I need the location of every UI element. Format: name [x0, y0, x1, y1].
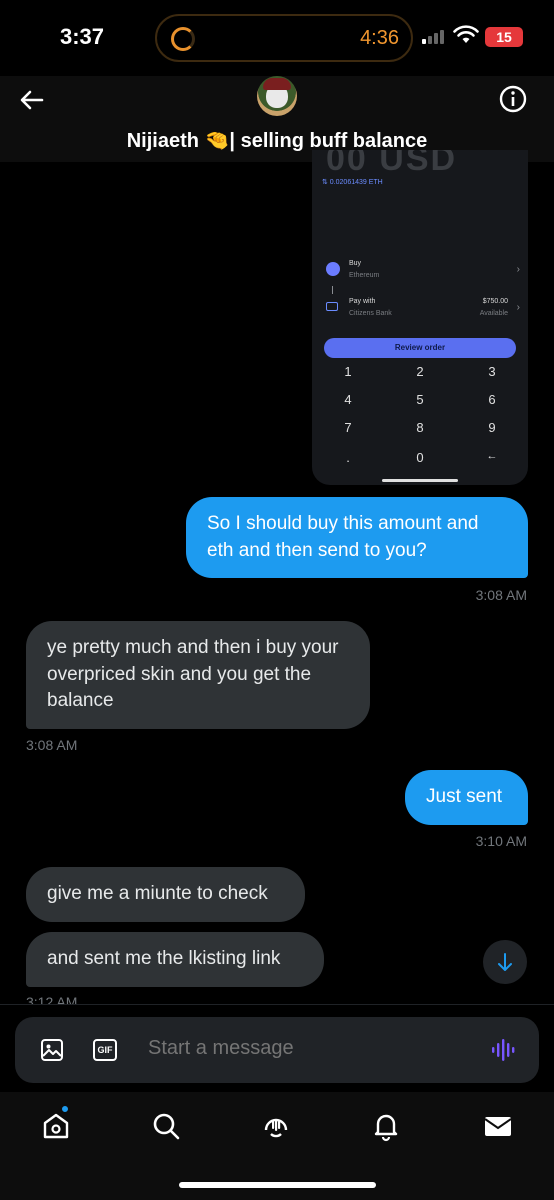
home-indicator[interactable] [179, 1182, 376, 1188]
message-timestamp: 3:12 AM [26, 994, 78, 1004]
info-icon[interactable] [498, 84, 528, 114]
status-bar: 3:37 4:36 15 [0, 0, 554, 76]
notifications-icon[interactable] [370, 1110, 402, 1142]
review-order-button: Review order [324, 338, 516, 358]
wifi-icon [453, 25, 479, 43]
composer: GIF [15, 1017, 539, 1083]
arrow-down-icon [498, 953, 512, 971]
gif-icon[interactable]: GIF [93, 1039, 117, 1061]
notification-dot [60, 1104, 70, 1114]
timer-icon [171, 27, 195, 51]
back-arrow-icon[interactable] [16, 84, 48, 116]
message-bubble-incoming[interactable]: and sent me the lkisting link [26, 932, 324, 987]
composer-area: GIF [0, 1004, 554, 1092]
key: ← [486, 450, 498, 462]
shared-screenshot[interactable]: 00 USD ⇅ 0.02061439 ETH Buy Ethereum › P… [312, 150, 528, 485]
battery-icon: 15 [485, 27, 523, 47]
message-bubble-incoming[interactable]: give me a miunte to check [26, 867, 305, 922]
message-timestamp: 3:08 AM [26, 737, 78, 753]
message-input[interactable] [148, 1037, 448, 1060]
timer-time: 4:36 [360, 27, 399, 49]
key: 0 [416, 450, 424, 465]
message-timestamp: 3:08 AM [475, 587, 527, 603]
dynamic-island[interactable]: 4:36 [155, 14, 413, 62]
key: 7 [344, 420, 352, 435]
message-bubble-outgoing[interactable]: So I should buy this amount and eth and … [186, 497, 528, 578]
message-bubble-incoming[interactable]: ye pretty much and then i buy your overp… [26, 621, 370, 729]
home-icon[interactable] [40, 1110, 72, 1142]
message-bubble-outgoing[interactable]: Just sent [405, 770, 528, 825]
image-icon[interactable] [40, 1038, 64, 1062]
key: 4 [344, 392, 352, 407]
key: 2 [416, 364, 424, 379]
key: 3 [488, 364, 496, 379]
avatar[interactable] [257, 76, 297, 116]
message-timestamp: 3:10 AM [475, 833, 527, 849]
signal-icon [422, 30, 444, 44]
embed-amount: 00 USD [326, 150, 458, 178]
chevron-right-icon: › [516, 302, 520, 313]
embed-eth-amount: ⇅ 0.02061439 ETH [322, 179, 383, 186]
card-icon [326, 302, 338, 311]
key: . [346, 450, 350, 465]
key: 5 [416, 392, 424, 407]
scroll-to-bottom-button[interactable] [483, 940, 527, 984]
voice-message-icon[interactable] [490, 1037, 516, 1063]
spaces-icon[interactable] [260, 1110, 292, 1142]
status-time: 3:37 [60, 24, 105, 49]
chevron-right-icon: › [516, 264, 520, 275]
key: 9 [488, 420, 496, 435]
tab-bar [0, 1092, 554, 1200]
key: 1 [344, 364, 352, 379]
key: 6 [488, 392, 496, 407]
messages-icon[interactable] [482, 1110, 514, 1142]
ethereum-icon [326, 262, 340, 276]
search-icon[interactable] [150, 1110, 182, 1142]
key: 8 [416, 420, 424, 435]
